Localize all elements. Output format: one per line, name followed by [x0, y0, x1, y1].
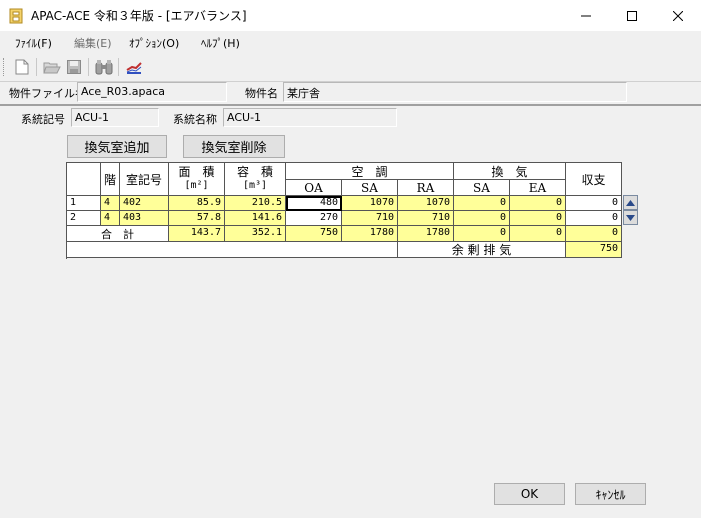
- triangle-down-icon: [626, 214, 635, 221]
- header-vent: 換 気: [454, 163, 566, 180]
- open-button[interactable]: [42, 57, 62, 77]
- cell-room[interactable]: 403: [120, 211, 169, 226]
- cell-ea[interactable]: 0: [510, 211, 566, 226]
- move-row-down-button[interactable]: [623, 210, 638, 225]
- system-name-field: ACU-1: [223, 108, 397, 127]
- minimize-icon: [581, 15, 591, 16]
- cancel-button[interactable]: ｷｬﾝｾﾙ: [575, 483, 646, 505]
- divider: [0, 104, 701, 106]
- header-room: 室記号: [120, 163, 169, 196]
- menu-file[interactable]: ﾌｧｲﾙ(F): [15, 35, 52, 51]
- surplus-spacer: [67, 242, 398, 258]
- property-name-label: 物件名: [245, 87, 278, 100]
- header-area: 面 積 [m²]: [169, 163, 225, 196]
- row-number: 2: [67, 211, 101, 226]
- menu-options[interactable]: ｵﾌﾟｼｮﾝ(O): [129, 35, 179, 51]
- header-volume-label: 容 積: [236, 165, 273, 179]
- total-ea: 0: [510, 226, 566, 242]
- delete-room-button[interactable]: 換気室削除: [183, 135, 285, 158]
- total-area: 143.7: [169, 226, 225, 242]
- move-row-up-button[interactable]: [623, 195, 638, 210]
- total-label: 合 計: [67, 226, 169, 242]
- cell-area[interactable]: 85.9: [169, 196, 225, 211]
- header-ac: 空 調: [286, 163, 454, 180]
- chart-button[interactable]: [124, 57, 144, 77]
- cell-floor[interactable]: 4: [101, 196, 120, 211]
- cell-ra[interactable]: 710: [398, 211, 454, 226]
- surplus-label: 余 剰 排 気: [398, 242, 566, 258]
- total-balance: 0: [566, 226, 622, 242]
- header-area-unit: [m²]: [184, 180, 209, 191]
- cell-balance: 0: [566, 196, 622, 211]
- toolbar-separator: [36, 58, 37, 76]
- grid-corner: [67, 163, 101, 196]
- cell-sa[interactable]: 1070: [342, 196, 398, 211]
- add-room-button[interactable]: 換気室追加: [67, 135, 167, 158]
- system-code-label: 系統記号: [21, 113, 65, 126]
- triangle-up-icon: [626, 199, 635, 206]
- maximize-icon: [627, 10, 637, 21]
- total-sa: 1780: [342, 226, 398, 242]
- save-button[interactable]: [64, 57, 84, 77]
- cell-floor[interactable]: 4: [101, 211, 120, 226]
- header-balance: 収支: [566, 163, 622, 196]
- property-file-label: 物件ファイル名: [9, 87, 86, 100]
- close-icon: [673, 10, 683, 21]
- cell-vent-sa[interactable]: 0: [454, 196, 510, 211]
- cell-volume[interactable]: 141.6: [225, 211, 286, 226]
- total-ra: 1780: [398, 226, 454, 242]
- air-balance-grid: 階 室記号 面 積 [m²] 容 積 [m³] 空 調 OA SA RA 換 気…: [66, 162, 622, 259]
- header-ra: RA: [398, 180, 454, 196]
- header-volume-unit: [m³]: [242, 180, 268, 191]
- header-sa: SA: [342, 180, 398, 196]
- new-button[interactable]: [12, 57, 32, 77]
- header-ea: EA: [510, 180, 566, 196]
- save-icon: [67, 60, 81, 74]
- total-volume: 352.1: [225, 226, 286, 242]
- ok-button[interactable]: OK: [494, 483, 565, 505]
- app-icon: [9, 8, 23, 24]
- cell-ea[interactable]: 0: [510, 196, 566, 211]
- header-vent-sa: SA: [454, 180, 510, 196]
- cell-oa[interactable]: 270: [286, 211, 342, 226]
- row-number: 1: [67, 196, 101, 211]
- menu-help[interactable]: ﾍﾙﾌﾟ(H): [201, 35, 240, 51]
- cell-oa[interactable]: 480: [286, 196, 342, 211]
- cell-room[interactable]: 402: [120, 196, 169, 211]
- header-area-label: 面 積: [178, 165, 215, 179]
- find-button[interactable]: [94, 57, 114, 77]
- property-name-field: 某庁舎: [283, 82, 627, 102]
- header-oa: OA: [286, 180, 342, 196]
- chart-icon: [126, 62, 142, 74]
- menu-edit[interactable]: 編集(E): [74, 35, 112, 51]
- toolbar-separator: [88, 58, 89, 76]
- new-file-icon: [15, 59, 29, 75]
- total-oa: 750: [286, 226, 342, 242]
- cell-vent-sa[interactable]: 0: [454, 211, 510, 226]
- toolbar-separator: [118, 58, 119, 76]
- cell-balance: 0: [566, 211, 622, 226]
- header-floor: 階: [101, 163, 120, 196]
- toolbar-grip: [3, 58, 6, 76]
- minimize-button[interactable]: [563, 0, 609, 31]
- header-volume: 容 積 [m³]: [225, 163, 286, 196]
- cell-sa[interactable]: 710: [342, 211, 398, 226]
- system-code-field: ACU-1: [71, 108, 159, 127]
- system-name-label: 系統名称: [173, 113, 217, 126]
- cell-volume[interactable]: 210.5: [225, 196, 286, 211]
- open-folder-icon: [43, 62, 61, 74]
- property-file-field: Ace_R03.apaca: [77, 82, 227, 102]
- cell-ra[interactable]: 1070: [398, 196, 454, 211]
- window-title: APAC-ACE 令和３年版 - [エアバランス]: [31, 9, 247, 23]
- surplus-value: 750: [566, 242, 622, 258]
- close-button[interactable]: [655, 0, 701, 31]
- cell-area[interactable]: 57.8: [169, 211, 225, 226]
- binoculars-icon: [95, 60, 113, 75]
- total-vent-sa: 0: [454, 226, 510, 242]
- maximize-button[interactable]: [609, 0, 655, 31]
